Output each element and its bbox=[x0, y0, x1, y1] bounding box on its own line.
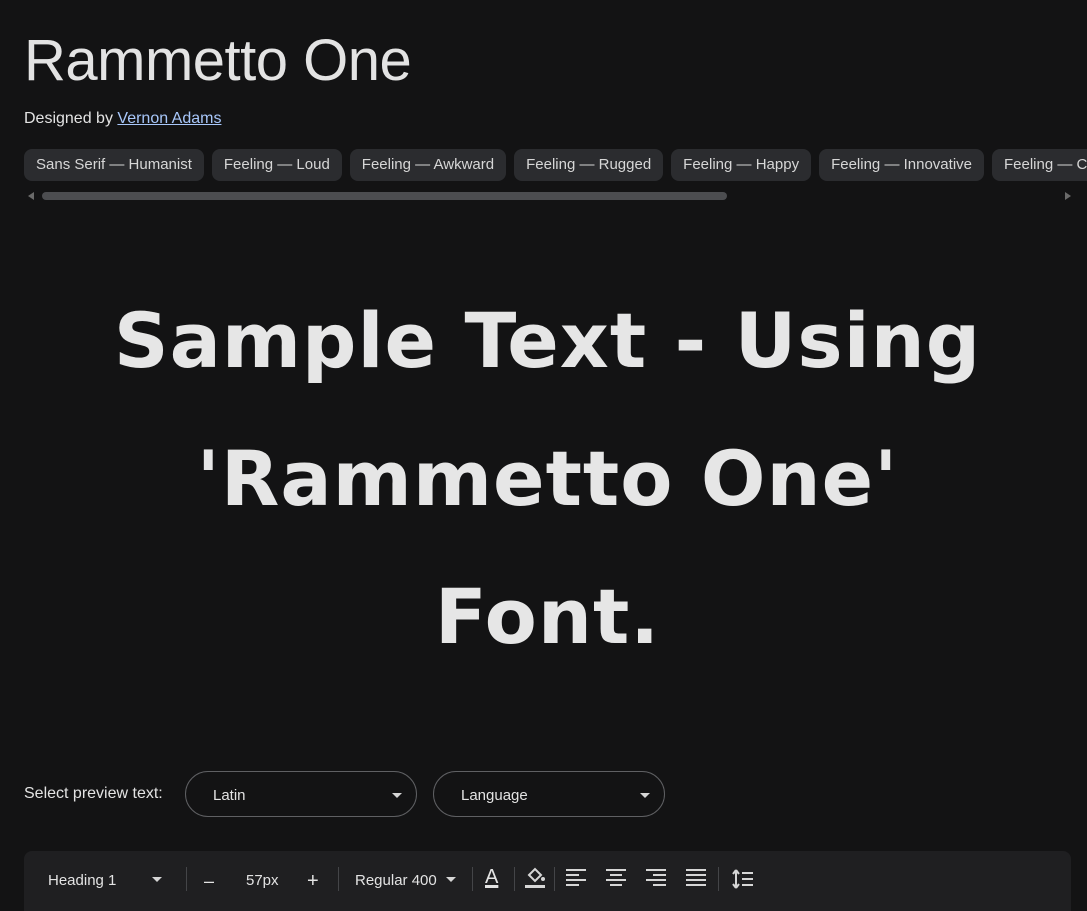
scroll-left-icon[interactable] bbox=[28, 192, 34, 200]
designed-by-label: Designed by bbox=[24, 110, 113, 127]
sample-line: Sample Text - Using bbox=[113, 296, 982, 385]
font-title: Rammetto One bbox=[24, 28, 412, 93]
designer-link[interactable]: Vernon Adams bbox=[117, 110, 221, 127]
designer-line: Designed by Vernon Adams bbox=[24, 110, 221, 128]
script-select-value: Latin bbox=[213, 787, 246, 804]
select-preview-label: Select preview text: bbox=[24, 785, 163, 802]
scroll-right-icon[interactable] bbox=[1065, 192, 1071, 200]
line-height-icon[interactable] bbox=[732, 868, 754, 890]
align-center-icon[interactable] bbox=[606, 869, 626, 889]
chevron-down-icon bbox=[446, 877, 456, 882]
font-size-value[interactable]: 57px bbox=[246, 871, 279, 891]
chevron-down-icon bbox=[152, 877, 162, 882]
divider bbox=[338, 867, 339, 891]
tag-chip[interactable]: Feeling — Awkward bbox=[349, 149, 507, 181]
style-select-value: Heading 1 bbox=[48, 872, 117, 889]
preview-toolbar: Heading 1 – 57px + Regular 400 A bbox=[24, 851, 1071, 911]
tag-chip[interactable]: Feeling — Innovative bbox=[819, 149, 984, 181]
divider bbox=[472, 867, 473, 891]
sample-line: 'Rammetto One' bbox=[196, 434, 899, 523]
script-select[interactable]: Latin bbox=[185, 771, 417, 817]
tag-chip[interactable]: Feeling — Happy bbox=[671, 149, 812, 181]
weight-select-value: Regular 400 bbox=[355, 872, 437, 889]
divider bbox=[186, 867, 187, 891]
increase-size-button[interactable]: + bbox=[307, 871, 319, 891]
language-select-value: Language bbox=[461, 787, 528, 804]
divider bbox=[718, 867, 719, 891]
sample-line: Font. bbox=[434, 572, 661, 661]
divider bbox=[554, 867, 555, 891]
decrease-size-button[interactable]: – bbox=[204, 871, 214, 891]
tag-chip[interactable]: Feeling — Loud bbox=[211, 149, 342, 181]
tag-chip-list: Sans Serif — Humanist Feeling — Loud Feeli… bbox=[24, 149, 1087, 183]
text-color-icon[interactable]: A bbox=[485, 867, 498, 887]
chevron-down-icon bbox=[640, 793, 650, 798]
sample-text-preview[interactable]: Sample Text - Using 'Rammetto One' Font. bbox=[24, 272, 1071, 686]
tag-chip[interactable]: Sans Serif — Humanist bbox=[24, 149, 204, 181]
tags-scrollbar[interactable] bbox=[24, 190, 1071, 202]
background-color-icon[interactable] bbox=[524, 865, 546, 889]
tag-chip[interactable]: Feeling — Cute bbox=[992, 149, 1087, 181]
chevron-down-icon bbox=[392, 793, 402, 798]
scroll-thumb[interactable] bbox=[42, 192, 727, 200]
tag-chip[interactable]: Feeling — Rugged bbox=[514, 149, 664, 181]
language-select[interactable]: Language bbox=[433, 771, 665, 817]
align-justify-icon[interactable] bbox=[686, 869, 706, 889]
align-left-icon[interactable] bbox=[566, 869, 586, 889]
align-right-icon[interactable] bbox=[646, 869, 666, 889]
divider bbox=[514, 867, 515, 891]
